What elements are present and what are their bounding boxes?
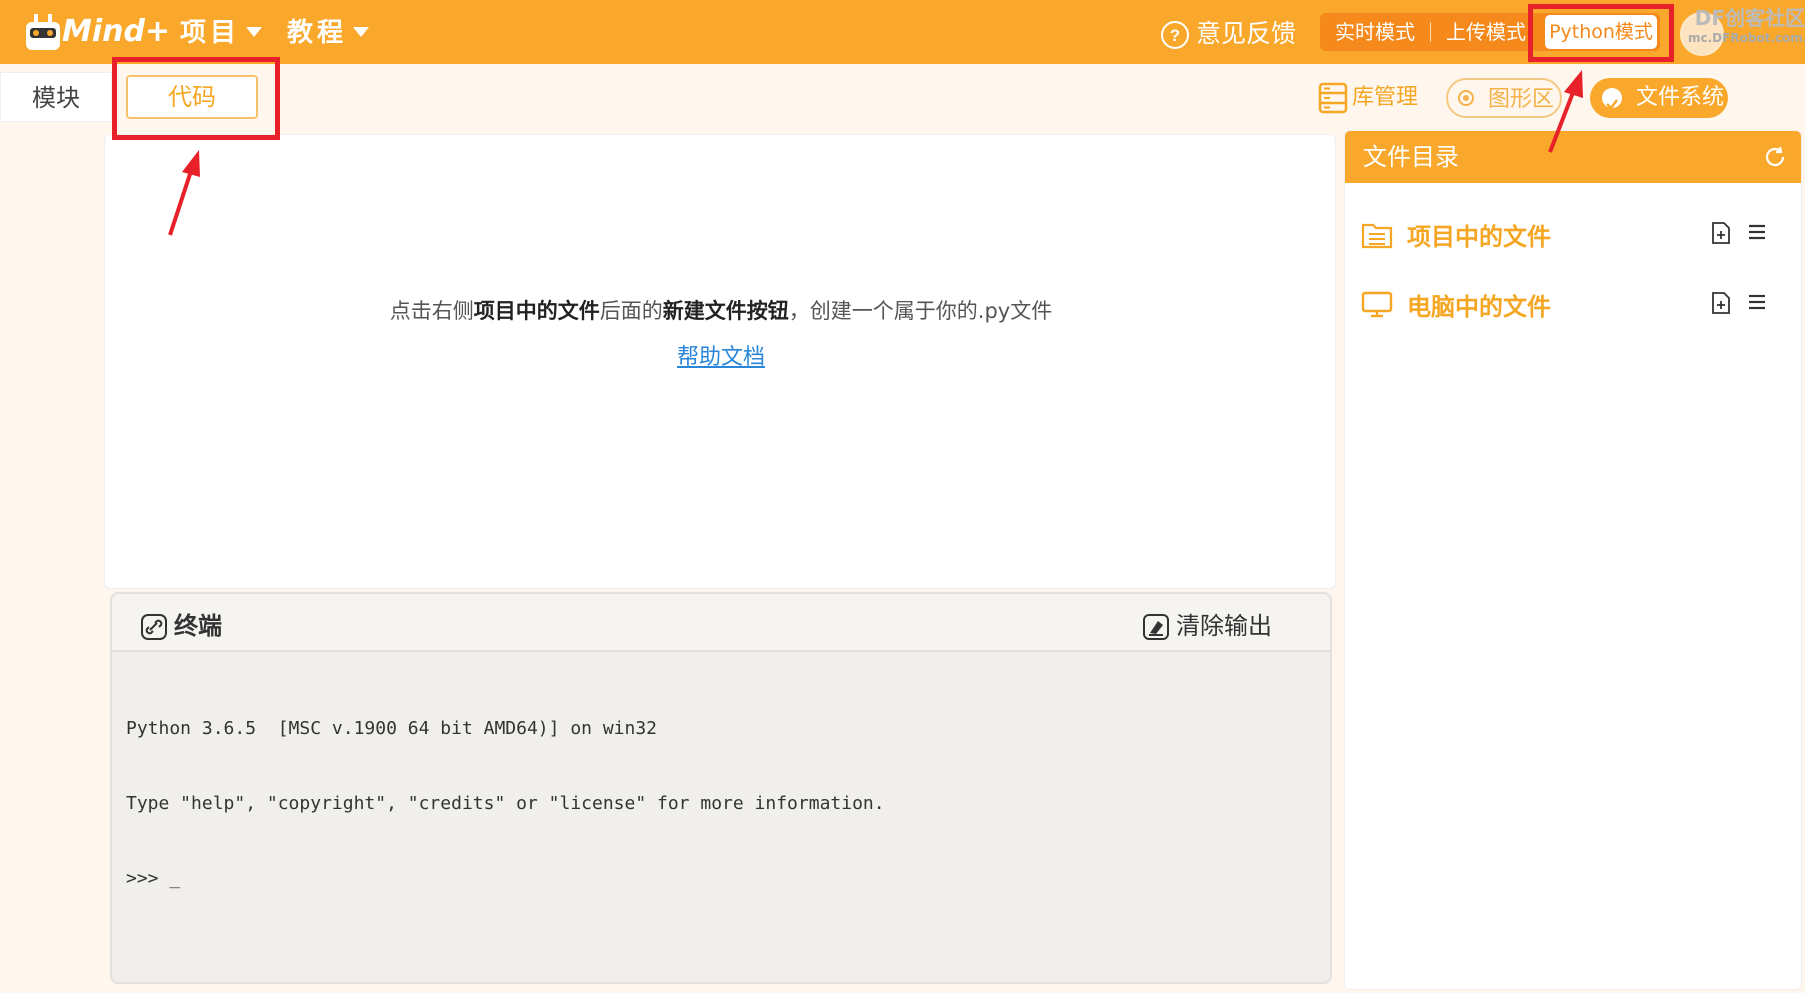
upload-mode-button[interactable]: 上传模式 (1431, 13, 1541, 51)
watermark-url: mc.DFRobot.com.cn (1688, 31, 1805, 45)
terminal-output[interactable]: Python 3.6.5 [MSC v.1900 64 bit AMD64)] … (126, 666, 1316, 941)
terminal-prompt: >>> _ (126, 868, 181, 889)
logo-text: Mind+ (62, 14, 171, 49)
terminal-line: Python 3.6.5 [MSC v.1900 64 bit AMD64)] … (126, 718, 658, 739)
watermark-title: DF创客社区 (1694, 6, 1805, 30)
file-directory-title: 文件目录 (1363, 143, 1459, 171)
hint-text: ，创建一个属于你的.py文件 (788, 299, 1053, 323)
annotation-box-code-tab (112, 57, 280, 140)
chevron-down-icon (246, 26, 263, 37)
svg-text:?: ? (1170, 26, 1180, 45)
menu-tutorial[interactable]: 教程 (287, 16, 370, 50)
computer-files-row[interactable]: 电脑中的文件 (1345, 279, 1801, 329)
server-icon (1318, 82, 1348, 114)
menu-tutorial-label: 教程 (287, 18, 348, 48)
graph-area-label: 图形区 (1488, 87, 1555, 112)
terminal-panel: 终端 清除输出 Python 3.6.5 [MSC v.1900 64 bit … (110, 592, 1332, 984)
file-directory-header: 文件目录 (1345, 131, 1801, 183)
tab-blocks[interactable]: 模块 (0, 72, 112, 122)
hint-text: 点击右侧 (389, 299, 474, 323)
link-icon (141, 614, 167, 640)
graph-area-toggle[interactable]: 图形区 (1446, 78, 1562, 118)
menu-icon[interactable] (1747, 293, 1767, 311)
terminal-title-label: 终端 (174, 612, 222, 640)
new-file-icon[interactable] (1710, 291, 1732, 315)
help-icon: ? (1161, 21, 1189, 49)
project-files-label: 项目中的文件 (1407, 223, 1551, 251)
code-editor-area[interactable]: 点击右侧项目中的文件后面的新建文件按钮，创建一个属于你的.py文件 帮助文档 (104, 134, 1336, 589)
menu-icon[interactable] (1747, 223, 1767, 241)
menu-project-label: 项目 (180, 18, 241, 48)
filesystem-toggle[interactable]: 文件系统 (1590, 78, 1728, 118)
hint-emphasis-project-files: 项目中的文件 (473, 299, 600, 323)
library-manager-label: 库管理 (1352, 85, 1419, 110)
radio-icon (1458, 90, 1474, 106)
computer-files-label: 电脑中的文件 (1407, 293, 1551, 321)
feedback-label: 意见反馈 (1196, 19, 1297, 48)
help-docs-link[interactable]: 帮助文档 (105, 339, 1337, 371)
chevron-down-icon (353, 26, 370, 37)
watermark: DF创客社区 mc.DFRobot.com.cn (1688, 2, 1805, 48)
terminal-header: 终端 清除输出 (112, 594, 1330, 652)
clear-output-button[interactable]: 清除输出 (1142, 606, 1272, 641)
library-manager-button[interactable]: 库管理 (1318, 78, 1418, 118)
hint-emphasis-new-file: 新建文件按钮 (662, 299, 789, 323)
feedback-button[interactable]: ? 意见反馈 (1160, 14, 1296, 54)
new-file-icon[interactable] (1710, 221, 1732, 245)
eraser-icon (1143, 614, 1169, 640)
refresh-icon[interactable] (1763, 145, 1787, 169)
hint-text: 后面的 (599, 299, 663, 323)
terminal-line: Type "help", "copyright", "credits" or "… (126, 793, 885, 814)
folder-list-icon (1361, 223, 1393, 249)
empty-editor-hint: 点击右侧项目中的文件后面的新建文件按钮，创建一个属于你的.py文件 (105, 295, 1337, 325)
monitor-icon (1361, 291, 1393, 318)
project-files-row[interactable]: 项目中的文件 (1345, 209, 1801, 259)
clear-output-label: 清除输出 (1176, 612, 1272, 640)
filesystem-label: 文件系统 (1636, 85, 1725, 110)
terminal-title: 终端 (140, 606, 222, 641)
annotation-box-python-mode (1528, 4, 1674, 62)
realtime-mode-button[interactable]: 实时模式 (1320, 13, 1430, 51)
check-circle-icon (1602, 88, 1622, 110)
menu-project[interactable]: 项目 (180, 16, 263, 50)
file-directory-panel: 文件目录 项目中的文件 电脑中的文件 (1344, 130, 1802, 990)
